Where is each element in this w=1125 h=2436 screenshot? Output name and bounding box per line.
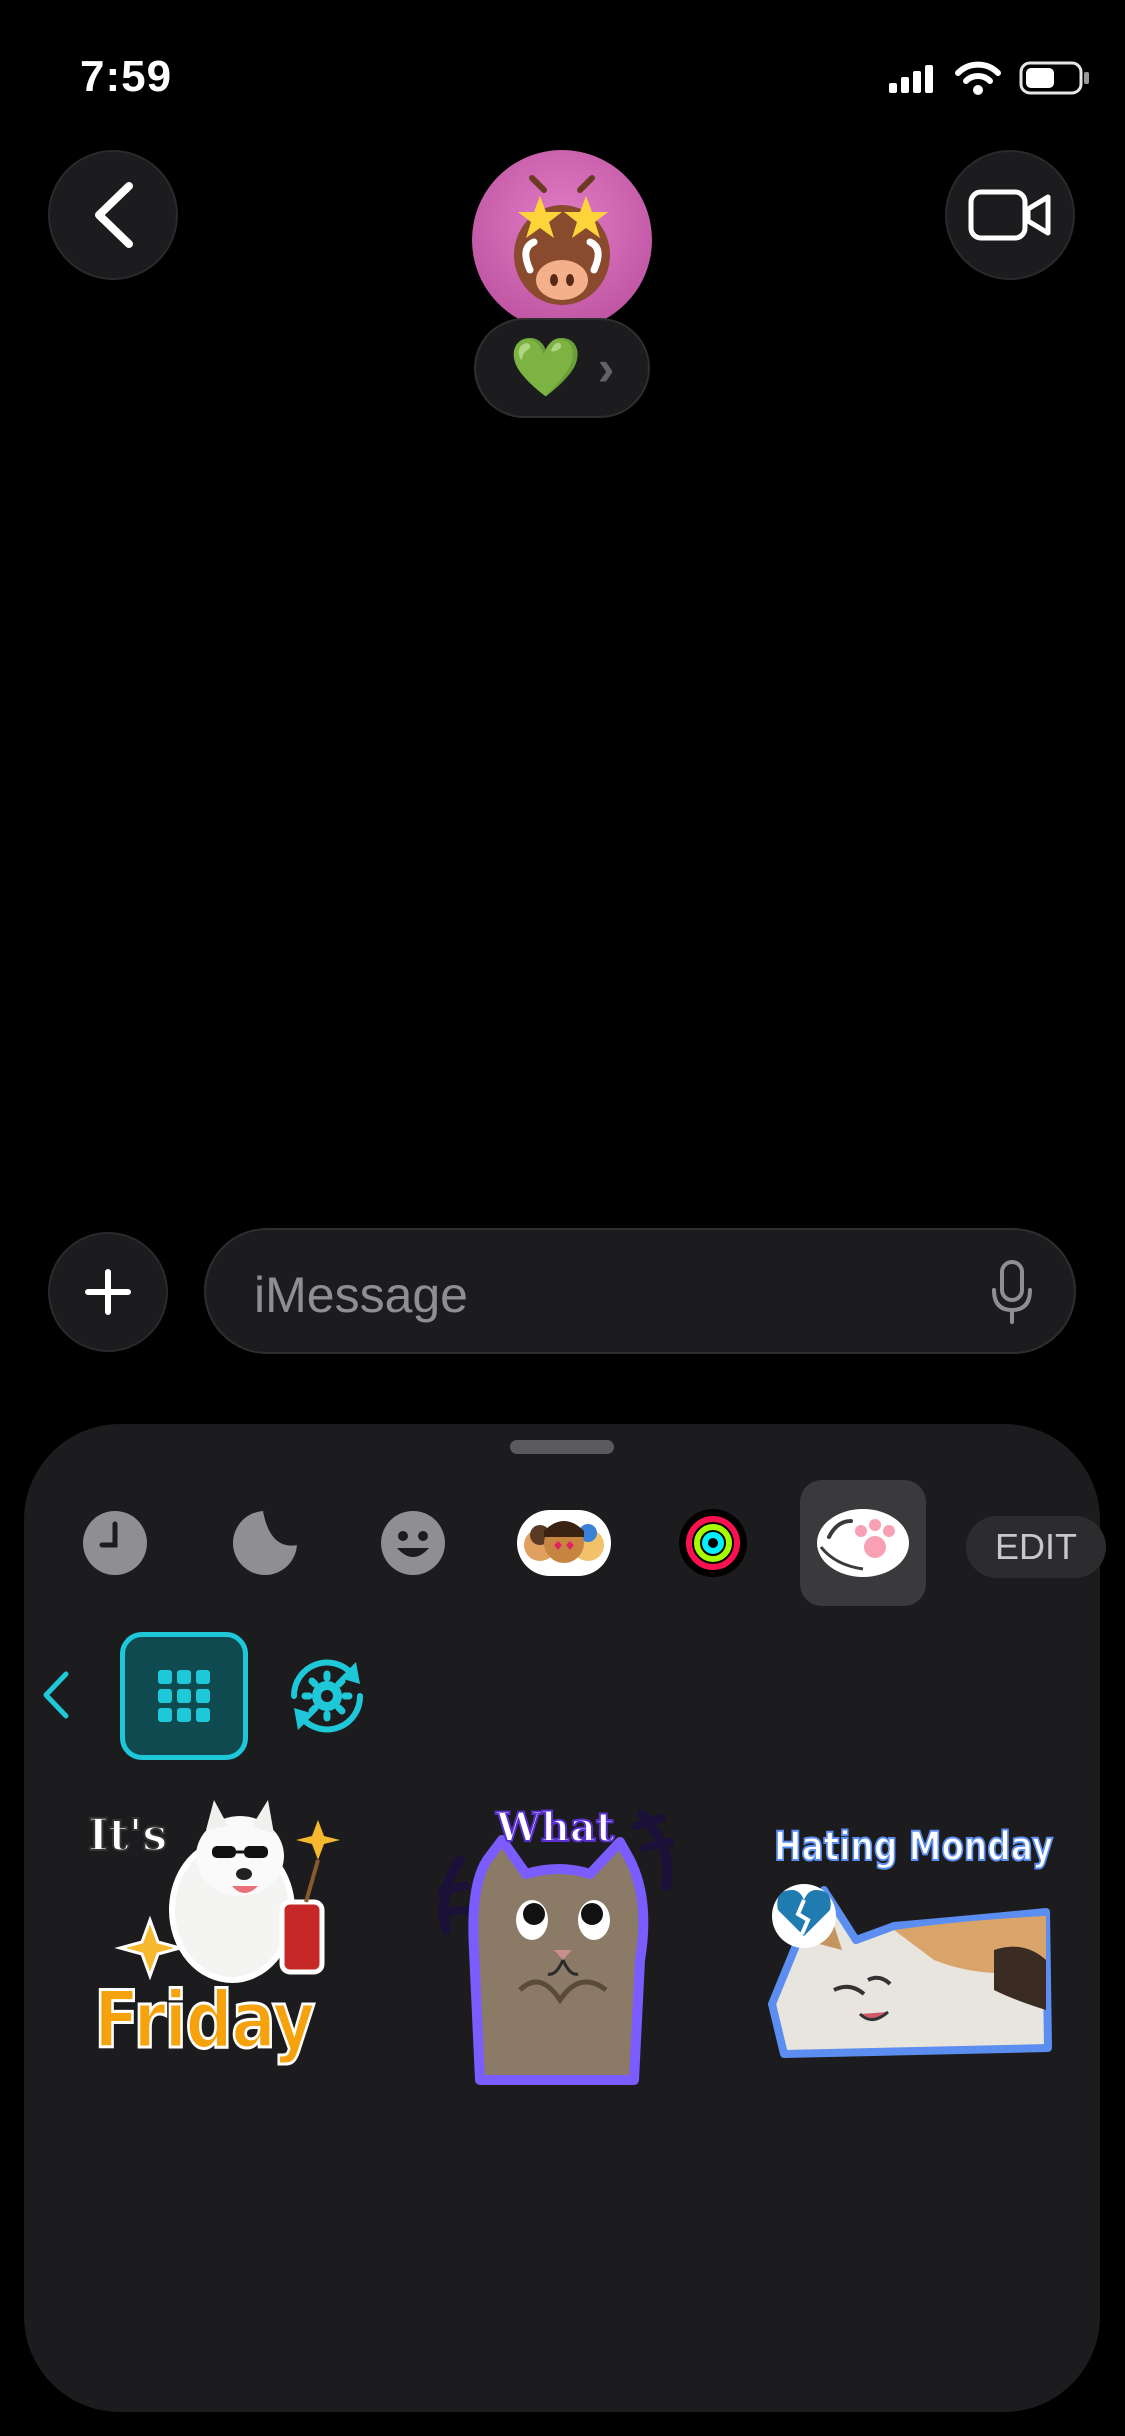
sticker-text-friday: Friday	[93, 1975, 317, 2068]
fitness-rings-icon	[679, 1509, 747, 1577]
tab-recents[interactable]	[70, 1480, 160, 1606]
microphone-icon[interactable]	[990, 1258, 1034, 1328]
warthog-memoji-star-eyes-icon	[514, 175, 610, 305]
sticker-text-what: What	[495, 1803, 615, 1852]
tab-emoji[interactable]	[368, 1480, 458, 1606]
plus-icon	[85, 1269, 131, 1315]
apps-plus-button[interactable]	[48, 1232, 168, 1352]
chevron-left-icon	[43, 1671, 69, 1719]
emoji-icon	[381, 1511, 445, 1575]
stickers-icon	[233, 1510, 298, 1575]
contact-avatar[interactable]	[472, 150, 652, 330]
sticker-grid-button[interactable]	[120, 1632, 248, 1760]
facetime-video-button[interactable]	[945, 150, 1075, 280]
tab-fitness[interactable]	[668, 1480, 758, 1606]
cellular-signal-icon	[889, 65, 933, 93]
contact-name-pill[interactable]: 💚 ›	[474, 318, 650, 418]
chevron-right-icon: ›	[597, 340, 615, 396]
sticker-text-its: It's	[87, 1809, 168, 1862]
drawer-grabber-handle[interactable]	[510, 1440, 614, 1454]
chevron-left-icon	[95, 182, 133, 248]
status-time: 7:59	[80, 52, 173, 101]
message-placeholder: iMessage	[254, 1267, 468, 1323]
memoji-icon	[517, 1510, 611, 1576]
message-input[interactable]: iMessage	[204, 1228, 1076, 1354]
video-camera-icon	[968, 189, 1051, 241]
what-cat-sticker[interactable]: What	[430, 1790, 690, 2090]
battery-icon	[1019, 61, 1089, 95]
sticker-settings-refresh-button[interactable]	[282, 1656, 372, 1741]
sticker-app-icon	[817, 1509, 909, 1577]
tab-sticker-app[interactable]	[800, 1480, 926, 1606]
hating-monday-sticker[interactable]: Hating Monday	[764, 1790, 1054, 2090]
wifi-icon	[955, 61, 1001, 95]
sticker-text-hating-monday: Hating Monday	[773, 1823, 1054, 1871]
back-button[interactable]	[48, 150, 178, 280]
tab-stickers[interactable]	[220, 1480, 310, 1606]
recents-clock-icon	[83, 1511, 147, 1575]
grid-icon	[158, 1670, 210, 1722]
sticker-app-back-button[interactable]	[40, 1670, 70, 1725]
gear-refresh-icon	[290, 1659, 364, 1733]
tab-memoji[interactable]	[514, 1480, 614, 1606]
green-heart-status: 💚	[509, 335, 582, 400]
friday-dog-sticker[interactable]: It's Friday	[82, 1790, 342, 2090]
status-icons	[887, 60, 1091, 96]
edit-apps-button[interactable]: EDIT	[966, 1516, 1106, 1578]
